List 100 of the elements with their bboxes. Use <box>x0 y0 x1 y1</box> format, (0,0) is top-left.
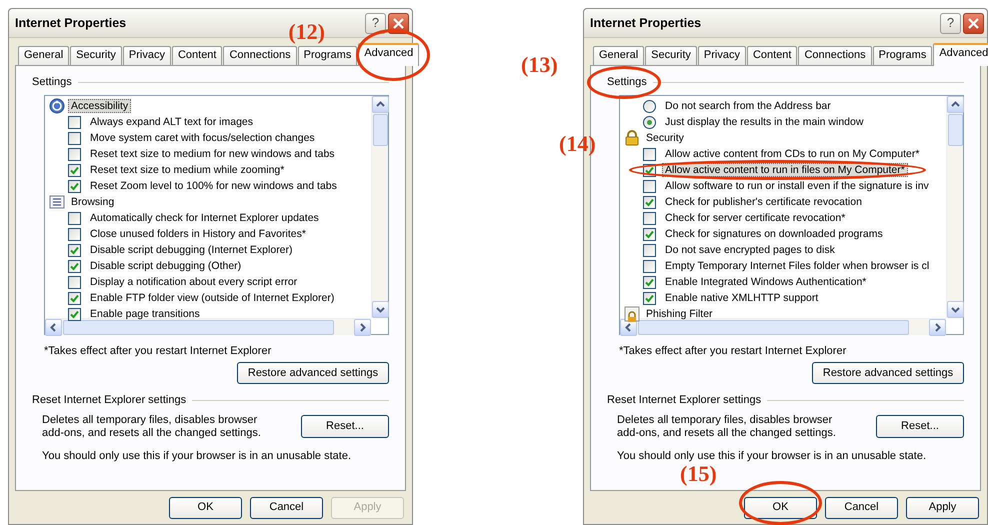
checkbox[interactable] <box>68 308 81 321</box>
scroll-right-button[interactable] <box>354 318 371 336</box>
tab[interactable]: Content <box>172 46 222 65</box>
tab[interactable]: General <box>18 46 70 65</box>
chevron-icon <box>49 322 58 332</box>
checkbox[interactable] <box>68 164 81 177</box>
description-text: Deletes all temporary files, disables browser add-ons, and resets all the changed settings. <box>42 414 262 440</box>
setting-label[interactable]: Check for server certificate revocation* <box>662 210 848 226</box>
checkbox[interactable] <box>643 228 656 241</box>
tab[interactable]: General <box>593 46 644 65</box>
checkbox[interactable] <box>68 244 81 257</box>
restore-button[interactable]: Restore advanced settings <box>812 362 964 384</box>
tab[interactable]: Advanced <box>358 43 420 66</box>
dialog-button[interactable]: OK <box>744 497 817 519</box>
vertical-scrollbar[interactable] <box>371 96 388 318</box>
dialog-button[interactable]: Cancel <box>250 497 323 519</box>
horizontal-scrollbar[interactable] <box>45 318 371 336</box>
reset-button[interactable]: Reset... <box>876 415 964 438</box>
checkbox[interactable] <box>643 196 656 209</box>
dialog-button[interactable]: OK <box>169 497 242 519</box>
tab[interactable]: Programs <box>298 46 358 65</box>
setting-label[interactable]: Check for signatures on downloaded programs <box>662 226 886 242</box>
warning-text: You should only use this if your browser is in an unusable state. <box>41 450 352 464</box>
scroll-left-button[interactable] <box>45 318 62 336</box>
scroll-thumb[interactable] <box>948 114 963 146</box>
setting-label[interactable]: Disable script debugging (Internet Explorer) <box>87 242 296 258</box>
checkbox[interactable] <box>68 228 81 241</box>
scroll-up-button[interactable] <box>947 96 964 114</box>
setting-label[interactable]: Reset Zoom level to 100% for new windows and tabs <box>87 178 340 194</box>
checkbox[interactable] <box>68 132 81 145</box>
checkbox[interactable] <box>643 260 656 273</box>
setting-label[interactable]: Browsing <box>68 194 118 210</box>
checkbox[interactable] <box>68 180 81 193</box>
tab[interactable]: Security <box>645 46 697 65</box>
setting-label[interactable]: Enable Integrated Windows Authentication* <box>662 274 870 290</box>
scroll-down-button[interactable] <box>372 301 389 318</box>
scroll-up-button[interactable] <box>372 96 389 114</box>
radio-button[interactable] <box>643 116 656 129</box>
lock-icon <box>624 306 640 322</box>
tab[interactable]: Connections <box>798 46 872 65</box>
dialog-button[interactable]: Cancel <box>825 497 898 519</box>
checkbox[interactable] <box>643 292 656 305</box>
setting-label[interactable]: Disable script debugging (Other) <box>87 258 244 274</box>
checkbox[interactable] <box>643 148 656 161</box>
setting-label[interactable]: Enable native XMLHTTP support <box>662 290 822 306</box>
checkbox[interactable] <box>68 148 81 161</box>
scroll-down-button[interactable] <box>947 301 964 318</box>
setting-label[interactable]: Do not save encrypted pages to disk <box>662 242 838 258</box>
setting-label[interactable]: Enable FTP folder view (outside of Internet Explorer) <box>87 290 338 306</box>
annotation-number: (12) <box>288 21 325 43</box>
tab[interactable]: Content <box>746 46 798 65</box>
footnote: *Takes effect after you restart Internet Explorer <box>44 345 272 358</box>
group-label: Settings <box>32 76 72 90</box>
setting-label[interactable]: Security <box>643 130 687 146</box>
vertical-scrollbar[interactable] <box>946 96 963 318</box>
reset-button[interactable]: Reset... <box>301 415 389 438</box>
dialog-button[interactable]: Apply <box>906 497 979 519</box>
setting-label[interactable]: Move system caret with focus/selection changes <box>87 130 318 146</box>
setting-label[interactable]: Empty Temporary Internet Files folder when browser is cl <box>662 258 932 274</box>
setting-label[interactable]: Enable page transitions <box>87 306 203 322</box>
checkbox[interactable] <box>643 212 656 225</box>
tab[interactable]: Security <box>70 46 122 65</box>
scroll-thumb[interactable] <box>373 114 388 146</box>
help-button[interactable]: ? <box>940 12 961 34</box>
setting-label[interactable]: Check for publisher's certificate revocation <box>662 194 865 210</box>
annotation-number: (14) <box>559 132 596 155</box>
setting-label[interactable]: Accessibility <box>68 98 132 114</box>
checkbox[interactable] <box>643 276 656 289</box>
setting-label[interactable]: Allow software to run or install even if the signature is inv <box>662 178 932 194</box>
close-button[interactable] <box>963 12 984 34</box>
setting-label[interactable]: Reset text size to medium for new windows and tabs <box>87 146 338 162</box>
tab[interactable]: Connections <box>223 46 297 65</box>
group-label: Reset Internet Explorer settings <box>32 394 186 408</box>
checkbox[interactable] <box>643 244 656 257</box>
checkbox[interactable] <box>68 212 81 225</box>
checkbox[interactable] <box>68 276 81 289</box>
setting-label[interactable]: Reset text size to medium while zooming* <box>87 162 288 178</box>
setting-label[interactable]: Allow active content from CDs to run on My Computer* <box>662 146 922 162</box>
scroll-thumb[interactable] <box>638 320 909 335</box>
setting-label[interactable]: Display a notification about every script error <box>87 274 300 290</box>
setting-label[interactable]: Do not search from the Address bar <box>662 98 834 114</box>
tab[interactable]: Advanced <box>933 43 988 66</box>
checkbox[interactable] <box>68 260 81 273</box>
setting-label[interactable]: Always expand ALT text for images <box>87 114 256 130</box>
checkbox[interactable] <box>643 180 656 193</box>
horizontal-scrollbar[interactable] <box>620 318 946 336</box>
tab[interactable]: Programs <box>872 46 932 65</box>
restore-button[interactable]: Restore advanced settings <box>237 362 389 384</box>
checkbox[interactable] <box>68 116 81 129</box>
setting-label[interactable]: Close unused folders in History and Favorites* <box>87 226 309 242</box>
tab[interactable]: Privacy <box>698 46 746 65</box>
setting-label[interactable]: Automatically check for Internet Explorer updates <box>87 210 322 226</box>
setting-label[interactable]: Phishing Filter <box>643 306 716 322</box>
checkbox[interactable] <box>68 292 81 305</box>
scroll-thumb[interactable] <box>63 320 334 335</box>
help-button[interactable]: ? <box>365 12 386 34</box>
radio-button[interactable] <box>643 100 656 113</box>
setting-label[interactable]: Just display the results in the main window <box>662 114 866 130</box>
scroll-right-button[interactable] <box>929 318 946 336</box>
tab[interactable]: Privacy <box>122 46 171 65</box>
